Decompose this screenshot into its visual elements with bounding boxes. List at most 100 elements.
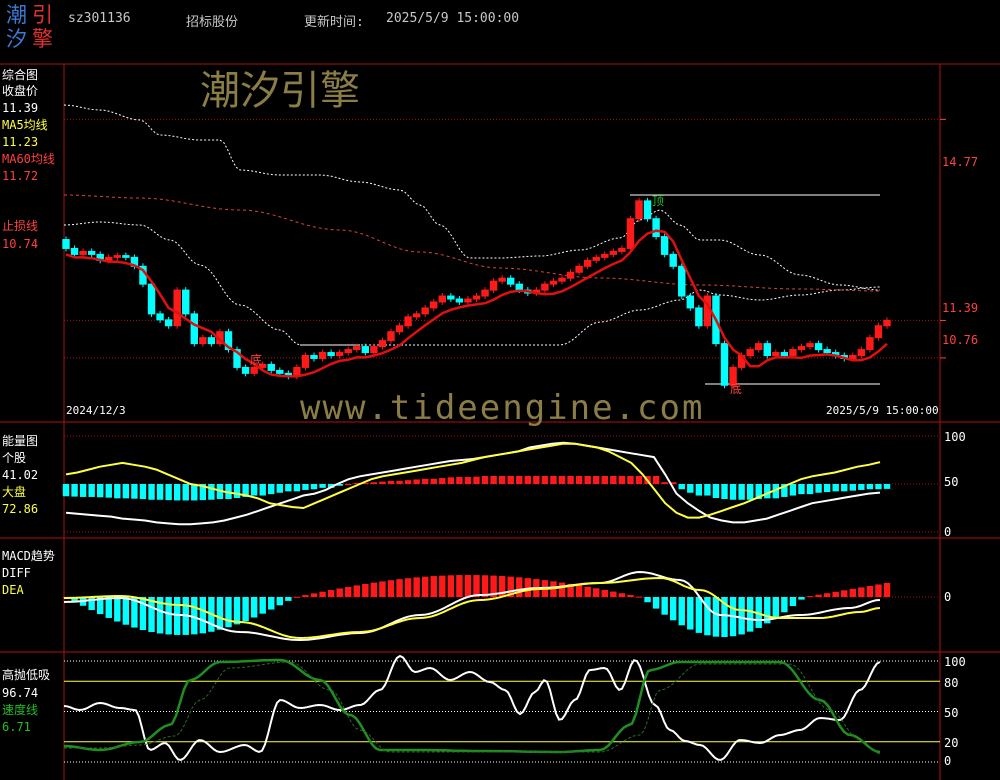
macd-bar [199,597,207,634]
candle [147,283,156,315]
candle [361,346,370,354]
energy-bar [293,484,301,492]
candle [626,218,635,249]
bottom-marker: 底 [730,382,743,396]
candle [772,352,780,357]
stock-energy-value: 41.02 [2,468,39,482]
energy-bar [798,484,805,495]
candle [395,325,404,333]
market-energy-line [65,442,881,519]
candle [643,200,652,220]
macd-bar [558,582,566,597]
energy-bar [533,476,540,484]
candle [507,277,515,285]
macd-bar [327,590,335,597]
ma60-label: MA60均线 [2,152,55,166]
date-end: 2025/5/9 15:00:00 [826,404,939,417]
macd-bar [601,589,608,597]
candle [857,349,866,357]
energy-bar [345,484,352,485]
macd-bar [738,597,745,635]
candle [164,319,173,327]
energy-bar [823,484,831,493]
y-label: 0 [944,525,952,539]
macd-bar [345,586,352,597]
macd-bar [593,588,600,597]
candle [720,343,729,386]
candle [464,298,472,303]
energy-bar [259,484,266,496]
candle [250,366,258,374]
macd-bar [268,597,275,610]
candle [763,343,771,357]
energy-bar [729,484,737,500]
candle [806,343,814,348]
macd-bar [447,575,455,597]
speed-label: 速度线 [2,703,39,717]
energy-bar [635,476,643,484]
energy-bar [319,484,326,488]
energy-bar [849,484,856,491]
candle [541,283,549,291]
candle [122,255,130,258]
energy-bar [131,484,138,499]
candle [678,265,686,297]
energy-bar [464,477,472,484]
candle [421,307,429,315]
energy-bar [601,476,608,484]
energy-bar [387,480,395,484]
energy-bar [182,484,189,501]
candle [310,355,318,359]
energy-bar [575,476,583,484]
macd-bar [635,596,643,598]
energy-bar [858,484,865,490]
close-value: 11.39 [2,101,39,115]
macd-bar [421,576,429,597]
candle [404,316,412,327]
y-label: 20 [944,736,959,750]
candle [669,253,677,267]
candle [455,298,464,303]
diff-label: DIFF [2,566,31,580]
candle [241,366,250,374]
candle [883,319,891,327]
candle [79,250,87,255]
y-label: 100 [944,430,966,444]
macd-bar [439,575,446,597]
energy-bar [379,481,386,484]
macd-panel-title: MACD趋势 [2,549,55,563]
energy-bar [516,476,523,484]
macd-bar [362,583,369,597]
macd-bar [336,588,343,597]
energy-bar [661,482,668,484]
candle [438,295,446,303]
candle [566,271,575,279]
speed-value: 6.71 [2,720,31,734]
energy-bar [481,476,489,484]
macd-bar [216,597,224,630]
macd-bar [233,597,241,625]
ma60-value: 11.72 [2,169,39,183]
hl-panel-title: 高抛低吸 [2,668,51,682]
y-label: 0 [944,590,952,604]
macd-bar [695,597,703,633]
macd-bar [832,591,839,597]
candle [378,340,387,348]
candle [353,346,361,351]
dea-label: DEA [2,583,24,597]
energy-bar [268,484,275,495]
candle [387,331,395,342]
lower-band [63,221,881,346]
y-label: 14.77 [942,155,979,169]
macd-bar [875,584,882,597]
energy-bar [276,484,284,493]
candle [575,265,583,273]
stop-label: 止损线 [2,219,39,233]
energy-bar [610,476,617,484]
macd-bar [652,597,660,609]
energy-bar [498,476,506,484]
macd-bar [250,597,258,618]
energy-bar [456,477,463,484]
close-label: 收盘价 [2,84,39,98]
candle [549,280,558,285]
